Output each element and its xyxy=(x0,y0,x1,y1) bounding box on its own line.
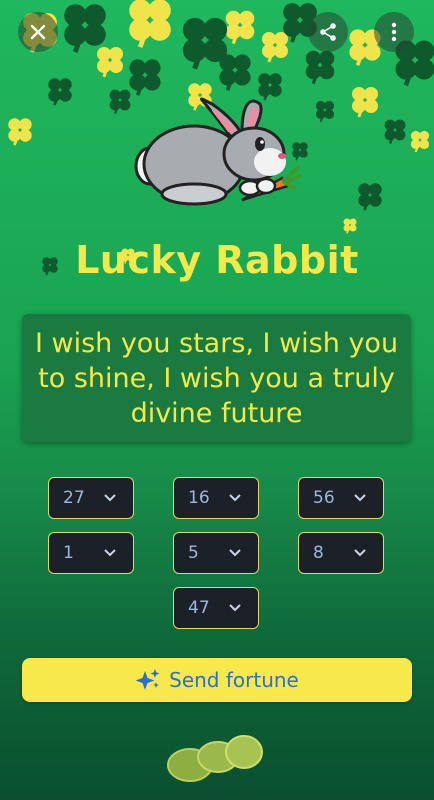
chevron-down-icon xyxy=(104,549,116,557)
number-select-5[interactable]: 5 xyxy=(173,532,259,574)
number-select-4[interactable]: 1 xyxy=(48,532,134,574)
chevron-down-icon xyxy=(229,549,241,557)
share-icon xyxy=(320,23,336,41)
chevron-down-icon xyxy=(354,549,366,557)
number-value: 1 xyxy=(63,543,74,563)
rabbit-illustration xyxy=(134,97,302,206)
more-vertical-icon xyxy=(391,22,397,42)
number-value: 47 xyxy=(188,598,210,618)
number-select-3[interactable]: 56 xyxy=(298,477,384,519)
send-fortune-label: Send fortune xyxy=(169,668,299,692)
number-value: 5 xyxy=(188,543,199,563)
more-menu-button[interactable] xyxy=(374,12,414,52)
number-value: 56 xyxy=(313,488,335,508)
close-button[interactable] xyxy=(18,12,58,52)
card-title: Lucky Rabbit xyxy=(75,238,359,282)
wish-message: I wish you stars, I wish you to shine, I… xyxy=(34,327,399,429)
chevron-down-icon xyxy=(229,604,241,612)
chevron-down-icon xyxy=(104,494,116,502)
sparkles-icon xyxy=(135,669,160,690)
number-select-7[interactable]: 47 xyxy=(173,587,259,629)
number-value: 27 xyxy=(63,488,85,508)
share-button[interactable] xyxy=(308,12,348,52)
number-select-6[interactable]: 8 xyxy=(298,532,384,574)
send-fortune-button[interactable]: Send fortune xyxy=(22,658,412,702)
chevron-down-icon xyxy=(354,494,366,502)
chevron-down-icon xyxy=(229,494,241,502)
coins-decoration xyxy=(167,735,263,782)
close-icon xyxy=(30,24,46,40)
number-select-2[interactable]: 16 xyxy=(173,477,259,519)
wish-message-box: I wish you stars, I wish you to shine, I… xyxy=(22,314,411,442)
number-value: 8 xyxy=(313,543,324,563)
number-select-1[interactable]: 27 xyxy=(48,477,134,519)
number-value: 16 xyxy=(188,488,210,508)
